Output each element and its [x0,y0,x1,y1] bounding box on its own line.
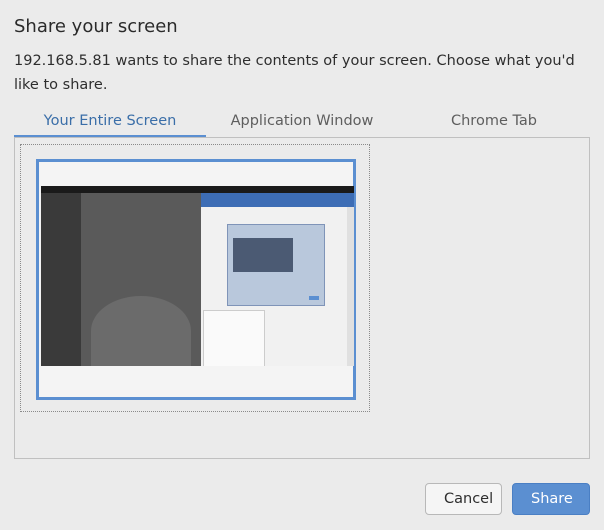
dialog-title: Share your screen [14,16,178,37]
source-tabs: Your Entire Screen Application Window Ch… [14,108,590,137]
cancel-button[interactable]: Cancel [425,483,502,515]
preview-right-header [201,193,354,207]
screen-thumbnail-focus-frame [20,144,370,412]
source-list-panel [14,137,590,459]
screen-thumbnail[interactable] [36,159,356,400]
dialog-message: 192.168.5.81 wants to share the contents… [14,53,575,93]
preview-dialog-button [309,296,319,300]
tab-entire-screen[interactable]: Your Entire Screen [14,108,206,137]
screen-preview-image [41,186,354,366]
preview-topbar [41,186,354,193]
tab-chrome-tab[interactable]: Chrome Tab [398,108,590,137]
preview-side-bar [347,207,354,366]
preview-left-toolbox [41,193,81,366]
preview-left-shape [91,296,191,366]
tab-application-window[interactable]: Application Window [206,108,398,137]
preview-dialog-thumb [233,238,293,272]
preview-lower-card [203,310,265,366]
dialog-buttons: Cancel Share [425,483,590,515]
share-button[interactable]: Share [512,483,590,515]
